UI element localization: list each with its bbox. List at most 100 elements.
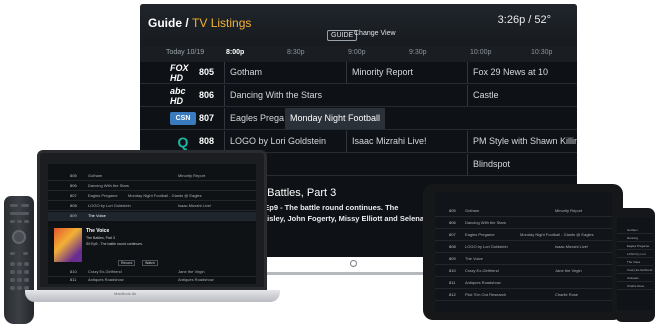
breadcrumb-guide[interactable]: Guide [148,16,182,30]
program-cell[interactable]: Gotham [88,173,102,178]
change-view-button[interactable]: Change View [354,30,396,37]
channel-row[interactable]: FOX HD 805 Gotham Minority Report Fox 29… [140,62,577,84]
list-item[interactable]: 811 Antiques Roadshow [435,278,612,289]
channel-number: 810 [449,268,456,273]
list-item[interactable]: 806 Dancing With the Stars [48,182,256,191]
program-cell[interactable]: Charlie Rose [555,292,578,297]
program-cell[interactable]: Monday Night Football - Giants @ Eagles [520,232,594,237]
list-item[interactable]: 805 Gotham Minority Report [48,172,256,181]
program-detail-description: 9 Ep9 - The battle round continues. The [258,203,399,212]
program-cell[interactable]: LOGO by Lori [627,252,646,256]
program-cell[interactable]: Antiques Roadshow [88,277,124,282]
record-button[interactable]: Record [118,260,136,266]
program-cell[interactable]: The Voice [465,256,483,261]
program-cell[interactable]: Gotham [230,67,262,77]
program-cell[interactable]: Eagles Pregame [88,193,118,198]
remote-key [17,262,22,266]
program-cell[interactable]: Crazy Ex-Girlfriend [465,268,499,273]
breadcrumb-separator: / [182,16,193,30]
remote-key [10,262,15,266]
program-cell[interactable]: Monday Night Football - Giants @ Eagles [128,193,202,198]
list-item[interactable]: 808 LOGO by Lori Goldstein Isaac Mizrahi… [48,202,256,211]
list-item[interactable]: Gotham [617,228,653,234]
program-cell[interactable]: LOGO by Lori Goldstein [88,203,131,208]
program-artwork [54,228,82,262]
program-cell[interactable]: Dancing [627,236,638,240]
program-cell[interactable]: Blindspot [473,159,510,169]
program-cell[interactable]: Dancing With the Stars [465,220,506,225]
program-cell[interactable]: Eagles Prega [230,113,284,123]
list-item[interactable]: 810 Crazy Ex-Girlfriend Jane the Virgin [435,266,612,277]
program-cell[interactable]: Minority Report [178,173,205,178]
abc-hd-logo: abc HD [170,85,186,106]
channel-number: 808 [449,244,456,249]
program-cell[interactable]: Isaac Mizrahi Live! [352,136,427,146]
program-cell[interactable]: Minority Report [352,67,413,77]
list-item[interactable]: 812 Pick 'Em Out Research Charlie Rose [435,290,612,301]
program-cell[interactable]: LOGO by Lori Goldstein [230,136,326,146]
list-item[interactable]: 806 Dancing With the Stars [435,218,612,229]
program-cell[interactable]: Gotham [465,208,479,213]
program-cell[interactable]: Eagles Pregame [627,244,649,248]
list-item[interactable]: 807 Eagles Pregame Monday Night Football… [48,192,256,201]
program-cell[interactable]: Antiques [627,276,639,280]
program-cell[interactable]: Crazy Ex-Girlfriend [627,268,652,272]
program-cell[interactable]: PM Style with Shawn Killinge [473,136,577,146]
program-cell[interactable]: The Voice [88,213,106,218]
remote-button [10,212,29,215]
list-item[interactable]: 809 The Voice [435,254,612,265]
program-cell[interactable]: Crazy Ex-Girlfriend [88,269,122,274]
channel-number: 806 [70,183,77,188]
program-cell[interactable]: Isaac Mizrahi Live! [178,203,211,208]
program-cell[interactable]: Antiques Roadshow [465,280,501,285]
program-cell[interactable]: Antiques Roadshow [178,277,214,282]
program-cell[interactable]: Pick 'Em Out Research [465,292,506,297]
list-item[interactable]: 811 Antiques Roadshow Antiques Roadshow [48,276,256,284]
channel-row[interactable]: abc HD 806 Dancing With the Stars Castle [140,85,577,107]
channel-number: 808 [70,203,77,208]
remote-button [24,220,29,223]
list-item[interactable]: 808 LOGO by Lori Goldstein Isaac Mizrahi… [435,242,612,253]
tablet: 805 Gotham Minority Report 806 Dancing W… [423,184,623,320]
program-cell[interactable]: Minority Report [555,208,582,213]
program-cell[interactable]: Charlie Rose [627,284,644,288]
list-item-selected[interactable]: 809 The Voice [48,212,256,221]
program-cell[interactable]: LOGO by Lori Goldstein [465,244,508,249]
program-cell[interactable]: Jane the Virgin [178,269,205,274]
laptop-base [25,290,280,302]
program-cell[interactable]: Eagles Pregame [465,232,495,237]
program-cell[interactable]: Isaac Mizrahi Live! [555,244,588,249]
list-item[interactable]: LOGO by Lori [617,252,653,258]
divider [224,85,225,106]
remote-key [10,286,15,290]
channel-row[interactable]: CSN 807 Eagles Prega Monday Night Footba… [140,108,577,130]
program-cell[interactable]: Gotham [627,228,638,232]
program-cell-selected[interactable]: Monday Night Football [285,108,386,129]
program-cell[interactable]: The Voice [627,260,640,264]
channel-number: 807 [70,193,77,198]
list-item[interactable]: 807 Eagles Pregame Monday Night Football… [435,230,612,241]
divider [346,131,347,152]
time-slot: 10:00p [470,49,492,56]
guide-button[interactable]: GUIDE [327,30,358,41]
program-cell[interactable]: Jane the Virgin [555,268,582,273]
program-cell[interactable]: Fox 29 News at 10 [473,67,548,77]
qvc-logo: Q [177,133,189,150]
list-item[interactable]: Eagles Pregame [617,244,653,250]
program-cell[interactable]: Dancing With the Stars [88,183,129,188]
program-cell[interactable]: Castle [473,90,499,100]
program-cell[interactable]: Dancing With the Stars [230,90,322,100]
remote-control [4,196,34,324]
remote-key [10,270,15,274]
csn-logo: CSN [170,112,196,125]
list-item[interactable]: Antiques [617,276,653,282]
clock-weather: 3:26p / 52° [497,14,551,26]
list-item[interactable]: Charlie Rose [617,284,653,290]
list-item[interactable]: 805 Gotham Minority Report [435,206,612,217]
list-item[interactable]: Crazy Ex-Girlfriend [617,268,653,274]
breadcrumb-tv-listings[interactable]: TV Listings [192,16,251,30]
watch-button[interactable]: Watch [142,260,158,266]
list-item[interactable]: The Voice [617,260,653,266]
list-item[interactable]: Dancing [617,236,653,242]
tablet-screen: 805 Gotham Minority Report 806 Dancing W… [435,192,612,312]
